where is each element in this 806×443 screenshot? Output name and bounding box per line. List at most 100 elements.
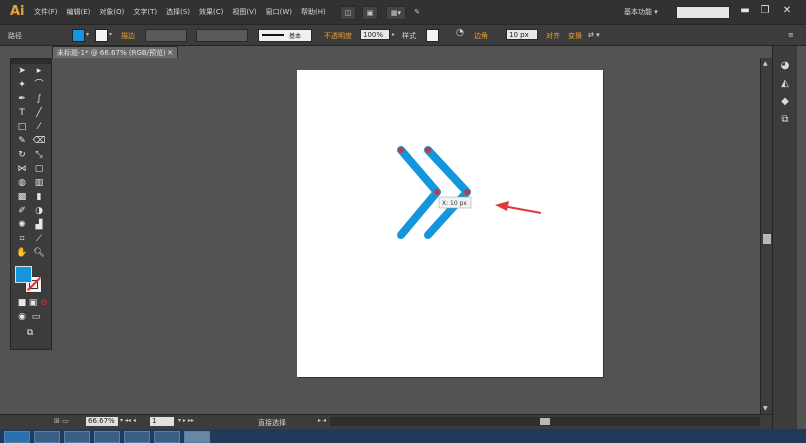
brushes-panel-icon[interactable]: ◭ xyxy=(779,78,791,90)
opacity-link[interactable]: 不透明度 xyxy=(324,31,352,41)
column-graph-tool-icon[interactable]: ▟ xyxy=(32,219,46,231)
corner-link[interactable]: 边角 xyxy=(474,31,488,41)
artboards-panel-icon[interactable]: ⧉ xyxy=(779,114,791,126)
eraser-tool-icon[interactable]: ⌫ xyxy=(32,135,46,147)
draw-inside-icon[interactable]: ▭ xyxy=(29,311,43,323)
stroke-panel-link[interactable]: 描边 xyxy=(121,31,135,41)
blend-tool-icon[interactable]: ◑ xyxy=(32,205,46,217)
taskbar-app-icon[interactable] xyxy=(154,431,180,443)
magic-wand-tool-icon[interactable]: ✦ xyxy=(15,79,29,91)
slice-tool-icon[interactable]: ⟋ xyxy=(32,233,46,245)
align-link[interactable]: 对齐 xyxy=(546,31,560,41)
scroll-down-icon[interactable]: ▼ xyxy=(763,405,768,412)
isolate-icon[interactable]: ⇄ ▾ xyxy=(588,31,600,39)
zoom-tool-icon[interactable]: 🔍︎ xyxy=(32,247,46,259)
vertical-scroll-thumb[interactable] xyxy=(763,234,771,244)
menu-help[interactable]: 帮助(H) xyxy=(301,7,326,17)
anchor-point[interactable] xyxy=(464,189,470,195)
start-button[interactable] xyxy=(4,431,30,443)
document-tab[interactable]: 未标题-1* @ 66.67% (RGB/预览) ✕ xyxy=(52,46,178,58)
stroke-color-swatch[interactable] xyxy=(95,29,108,42)
shape-builder-tool-icon[interactable]: ◍ xyxy=(15,177,29,189)
pencil-tool-icon[interactable]: ✎ xyxy=(15,135,29,147)
transform-link[interactable]: 变换 xyxy=(568,31,582,41)
fill-color-box[interactable] xyxy=(15,266,32,283)
graphic-style-swatch[interactable] xyxy=(426,29,439,42)
color-panel-icon[interactable]: ◕ xyxy=(779,60,791,72)
menu-window[interactable]: 窗口(W) xyxy=(266,7,292,17)
layout-icon[interactable]: ▦▾ xyxy=(386,6,406,20)
scale-tool-icon[interactable]: ⤡ xyxy=(32,149,46,161)
horizontal-scroll-thumb[interactable] xyxy=(540,418,550,425)
corner-radius-field[interactable]: 10 px xyxy=(506,29,538,40)
gradient-tool-icon[interactable]: ▮ xyxy=(32,191,46,203)
mesh-tool-icon[interactable]: ▩ xyxy=(15,191,29,203)
status-menu-icon[interactable]: ▸ ◂ xyxy=(318,417,326,424)
zoom-dropdown-icon[interactable]: ▾ ◂◂ ◂ xyxy=(120,417,136,424)
type-tool-icon[interactable]: T xyxy=(15,107,29,119)
recolor-icon[interactable]: ◔ xyxy=(456,28,464,38)
menu-object[interactable]: 对象(O) xyxy=(99,7,124,17)
artboard-number-field[interactable]: 1 xyxy=(150,417,174,426)
menu-edit[interactable]: 编辑(E) xyxy=(67,7,91,17)
draw-mode-icon[interactable]: ◉ xyxy=(15,311,29,323)
paintbrush-tool-icon[interactable]: ⁄ xyxy=(32,121,46,133)
free-transform-tool-icon[interactable]: ▢ xyxy=(32,163,46,175)
stroke-weight-field[interactable] xyxy=(145,29,187,42)
horizontal-scrollbar[interactable] xyxy=(330,417,760,426)
pen-tool-icon[interactable]: ✒ xyxy=(15,93,29,105)
anchor-point[interactable] xyxy=(398,147,404,153)
taskbar-app-icon[interactable] xyxy=(94,431,120,443)
lasso-tool-icon[interactable]: ⌒ xyxy=(32,79,46,91)
opacity-field[interactable]: 100% xyxy=(360,29,390,40)
none-mode-icon[interactable]: ⊘ xyxy=(37,297,51,309)
eyedropper-tool-icon[interactable]: ✐ xyxy=(15,205,29,217)
current-tool-status[interactable]: 直接选择 xyxy=(258,418,286,428)
status-mode-icon[interactable]: ⊞ ▭ xyxy=(54,417,69,425)
workspace-switcher[interactable]: 基本功能 ▾ xyxy=(624,7,658,17)
fill-color-swatch[interactable] xyxy=(72,29,85,42)
rectangle-tool-icon[interactable]: □ xyxy=(15,121,29,133)
stroke-dropdown-icon[interactable]: ▾ xyxy=(109,31,112,38)
line-tool-icon[interactable]: ╱ xyxy=(32,107,46,119)
menu-effect[interactable]: 效果(C) xyxy=(199,7,223,17)
menu-select[interactable]: 选择(S) xyxy=(166,7,190,17)
direct-selection-tool-icon[interactable]: ▸ xyxy=(32,65,46,77)
gpu-icon[interactable]: ✎ xyxy=(410,6,424,18)
menu-type[interactable]: 文字(T) xyxy=(133,7,157,17)
stroke-style-field[interactable]: 基本 xyxy=(258,29,312,42)
variable-width-field[interactable] xyxy=(196,29,248,42)
screen-mode-icon[interactable]: ⧉ xyxy=(23,327,37,339)
taskbar-illustrator-icon[interactable] xyxy=(184,431,210,443)
perspective-grid-tool-icon[interactable]: ▥ xyxy=(32,177,46,189)
minimize-button[interactable]: ▬ xyxy=(736,4,754,18)
restore-button[interactable]: ❐ xyxy=(756,4,774,18)
bridge-button[interactable]: ◫ xyxy=(340,6,356,20)
artboard[interactable]: X: 10 px xyxy=(297,70,603,377)
tools-panel-header[interactable] xyxy=(11,59,51,64)
artboard-tool-icon[interactable]: ⌗ xyxy=(15,233,29,245)
panel-menu-icon[interactable]: ≡ xyxy=(788,31,794,39)
search-input[interactable] xyxy=(676,6,730,19)
anchor-point[interactable] xyxy=(425,147,431,153)
opacity-arrow-icon[interactable]: ▸ xyxy=(392,31,395,38)
fill-dropdown-icon[interactable]: ▾ xyxy=(86,31,89,38)
menu-file[interactable]: 文件(F) xyxy=(34,7,58,17)
selection-tool-icon[interactable]: ➤ xyxy=(15,65,29,77)
anchor-point[interactable] xyxy=(434,189,440,195)
artboard-nav-icon[interactable]: ▾ ▸ ▸▸ xyxy=(178,417,194,424)
rotate-tool-icon[interactable]: ↻ xyxy=(15,149,29,161)
layers-panel-icon[interactable]: ◆ xyxy=(779,96,791,108)
curvature-tool-icon[interactable]: ∫ xyxy=(32,93,46,105)
taskbar-app-icon[interactable] xyxy=(64,431,90,443)
hand-tool-icon[interactable]: ✋ xyxy=(15,247,29,259)
symbol-sprayer-tool-icon[interactable]: ✺ xyxy=(15,219,29,231)
zoom-field[interactable]: 66.67% xyxy=(86,417,118,426)
close-button[interactable]: ✕ xyxy=(778,4,796,18)
taskbar-app-icon[interactable] xyxy=(124,431,150,443)
scroll-up-icon[interactable]: ▲ xyxy=(763,60,768,67)
menu-view[interactable]: 视图(V) xyxy=(232,7,256,17)
taskbar-app-icon[interactable] xyxy=(34,431,60,443)
width-tool-icon[interactable]: ⋈ xyxy=(15,163,29,175)
arrange-documents-button[interactable]: ▣ xyxy=(362,6,378,20)
